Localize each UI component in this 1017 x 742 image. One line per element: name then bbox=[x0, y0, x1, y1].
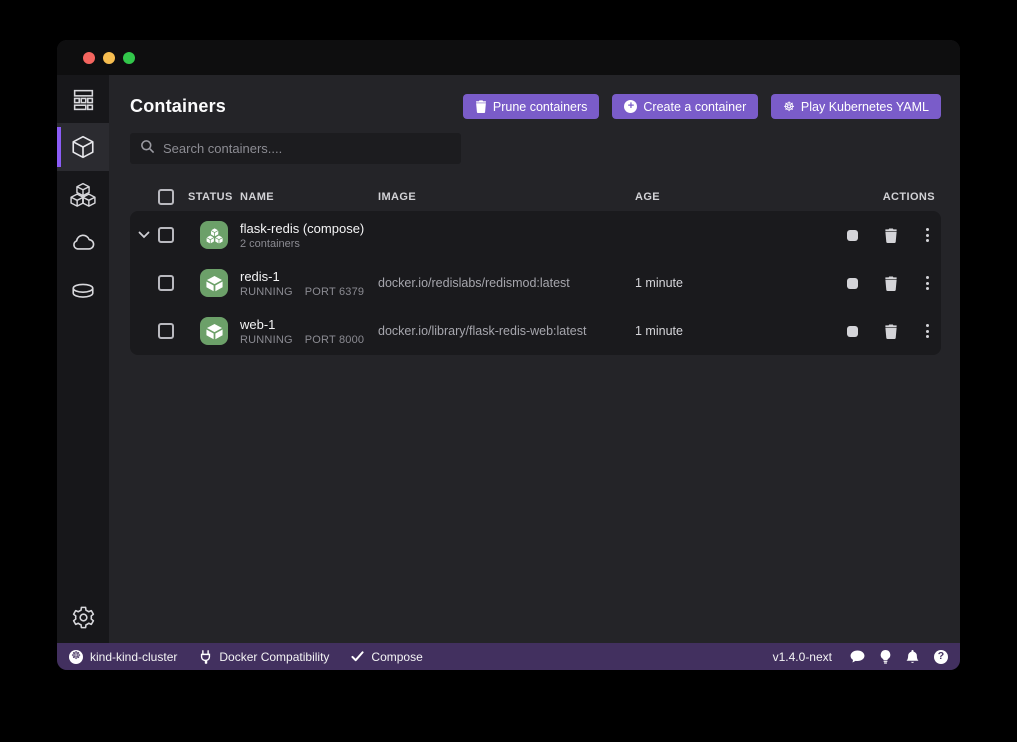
table-row-web-1[interactable]: web-1 RUNNING PORT 8000 docker.io/librar… bbox=[130, 307, 941, 355]
pods-cubes-icon bbox=[70, 182, 96, 208]
delete-button[interactable] bbox=[884, 228, 898, 243]
container-running-status-icon bbox=[200, 269, 228, 297]
cloud-icon bbox=[70, 230, 96, 256]
lightbulb-icon[interactable] bbox=[880, 650, 891, 664]
row-age: 1 minute bbox=[635, 276, 831, 290]
delete-button[interactable] bbox=[884, 324, 898, 339]
table-row-redis-1[interactable]: redis-1 RUNNING PORT 6379 docker.io/redi… bbox=[130, 259, 941, 307]
statusbar-kind-cluster[interactable]: ☸ kind-kind-cluster bbox=[69, 650, 177, 664]
column-header-name[interactable]: NAME bbox=[240, 191, 378, 203]
row-name[interactable]: redis-1 bbox=[240, 269, 378, 284]
sidebar-item-images[interactable] bbox=[57, 219, 109, 267]
row-state: RUNNING bbox=[240, 286, 293, 298]
trash-icon bbox=[884, 228, 898, 243]
main-content: Containers Prune containers + Create a c… bbox=[109, 75, 960, 643]
table-header: STATUS NAME IMAGE AGE ACTIONS bbox=[130, 189, 941, 205]
trash-icon bbox=[884, 324, 898, 339]
stop-icon bbox=[847, 278, 858, 289]
check-icon bbox=[351, 651, 364, 662]
window-controls bbox=[83, 52, 135, 64]
container-running-status-icon bbox=[200, 317, 228, 345]
containers-table: flask-redis (compose) 2 containers bbox=[130, 211, 941, 355]
feedback-icon[interactable] bbox=[850, 650, 865, 663]
close-window-button[interactable] bbox=[83, 52, 95, 64]
navigation-sidebar bbox=[57, 75, 109, 643]
statusbar-docker-compatibility[interactable]: Docker Compatibility bbox=[199, 650, 329, 664]
more-actions-button[interactable] bbox=[924, 226, 931, 244]
row-name[interactable]: web-1 bbox=[240, 317, 378, 332]
table-row-compose-group[interactable]: flask-redis (compose) 2 containers bbox=[130, 211, 941, 259]
page-title: Containers bbox=[130, 96, 226, 117]
kubernetes-helm-icon: ☸ bbox=[69, 650, 83, 664]
search-container bbox=[130, 133, 461, 164]
sidebar-item-pods[interactable] bbox=[57, 171, 109, 219]
dashboard-icon bbox=[71, 87, 96, 112]
header-buttons: Prune containers + Create a container ☸ … bbox=[463, 94, 941, 119]
app-window: Containers Prune containers + Create a c… bbox=[57, 40, 960, 670]
row-age: 1 minute bbox=[635, 324, 831, 338]
play-kubernetes-yaml-button[interactable]: ☸ Play Kubernetes YAML bbox=[771, 94, 941, 119]
more-actions-button[interactable] bbox=[924, 322, 931, 340]
container-cube-icon bbox=[70, 134, 96, 160]
sidebar-item-settings[interactable] bbox=[57, 593, 109, 641]
status-bar: ☸ kind-kind-cluster Docker Compatibility… bbox=[57, 643, 960, 670]
row-checkbox[interactable] bbox=[158, 323, 174, 339]
row-port: PORT 6379 bbox=[305, 286, 365, 298]
version-label: v1.4.0-next bbox=[773, 650, 832, 664]
column-header-image[interactable]: IMAGE bbox=[378, 191, 635, 203]
column-header-age[interactable]: AGE bbox=[635, 191, 831, 203]
row-state: RUNNING bbox=[240, 334, 293, 346]
trash-icon bbox=[475, 100, 487, 113]
stop-button[interactable] bbox=[847, 230, 858, 241]
prune-containers-button[interactable]: Prune containers bbox=[463, 94, 600, 119]
title-bar[interactable] bbox=[57, 40, 960, 75]
column-header-status[interactable]: STATUS bbox=[188, 191, 240, 203]
plus-circle-icon: + bbox=[624, 100, 637, 113]
more-actions-button[interactable] bbox=[924, 274, 931, 292]
collapse-chevron-icon[interactable] bbox=[130, 231, 158, 239]
row-checkbox[interactable] bbox=[158, 275, 174, 291]
plug-icon bbox=[199, 650, 212, 664]
trash-icon bbox=[884, 276, 898, 291]
help-icon[interactable]: ? bbox=[934, 650, 948, 664]
minimize-window-button[interactable] bbox=[103, 52, 115, 64]
row-port: PORT 8000 bbox=[305, 334, 365, 346]
gear-icon bbox=[71, 605, 96, 630]
select-all-checkbox[interactable] bbox=[158, 189, 174, 205]
column-header-actions: ACTIONS bbox=[831, 191, 941, 203]
row-image: docker.io/library/flask-redis-web:latest bbox=[378, 324, 635, 338]
stop-button[interactable] bbox=[847, 278, 858, 289]
row-image: docker.io/redislabs/redismod:latest bbox=[378, 276, 635, 290]
compose-group-status-icon bbox=[200, 221, 228, 249]
create-container-button[interactable]: + Create a container bbox=[612, 94, 758, 119]
stop-button[interactable] bbox=[847, 326, 858, 337]
kubernetes-helm-icon: ☸ bbox=[783, 100, 795, 113]
delete-button[interactable] bbox=[884, 276, 898, 291]
zoom-window-button[interactable] bbox=[123, 52, 135, 64]
search-icon bbox=[140, 139, 155, 159]
sidebar-item-containers[interactable] bbox=[57, 123, 109, 171]
bell-icon[interactable] bbox=[906, 650, 919, 664]
search-input[interactable] bbox=[163, 141, 451, 156]
desktop-background: Containers Prune containers + Create a c… bbox=[0, 0, 1017, 742]
row-name[interactable]: flask-redis (compose) bbox=[240, 221, 378, 236]
sidebar-item-dashboard[interactable] bbox=[57, 75, 109, 123]
sidebar-item-volumes[interactable] bbox=[57, 267, 109, 315]
stop-icon bbox=[847, 230, 858, 241]
statusbar-compose[interactable]: Compose bbox=[351, 650, 422, 664]
stop-icon bbox=[847, 326, 858, 337]
volume-disk-icon bbox=[70, 278, 96, 304]
row-subtitle: 2 containers bbox=[240, 238, 378, 250]
row-checkbox[interactable] bbox=[158, 227, 174, 243]
